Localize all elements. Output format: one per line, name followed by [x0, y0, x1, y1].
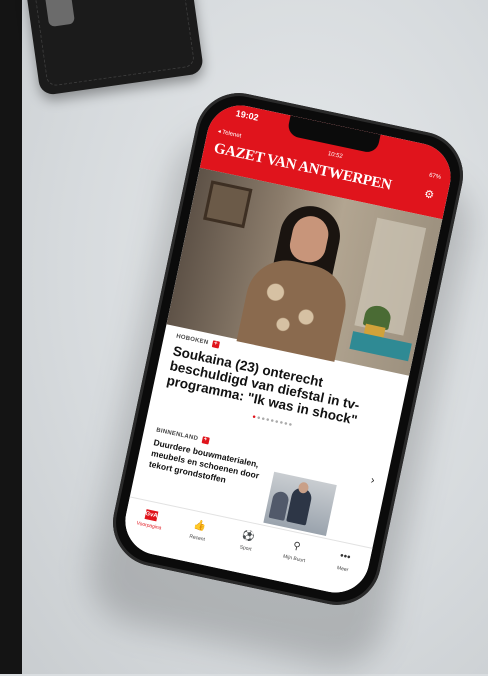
left-edge — [0, 0, 22, 674]
tab-mijn-buurt[interactable]: ⚲ Mijn Buurt — [272, 537, 319, 567]
gear-icon[interactable]: ⚙ — [423, 188, 436, 202]
wall-frame — [203, 180, 253, 229]
card-text: BINNENLAND + Duurdere bouwmaterialen, me… — [148, 426, 273, 494]
tab-meer[interactable]: ••• Meer — [320, 547, 367, 577]
football-icon: ⚽ — [240, 529, 256, 543]
battery-label: 67% — [428, 172, 442, 181]
plus-badge-icon: + — [211, 340, 220, 349]
location-icon: ⚲ — [291, 540, 302, 553]
carrier-label: ◂ Telenet — [217, 128, 242, 140]
tab-voorpagina[interactable]: GvA Voorpagina — [127, 506, 174, 534]
tab-label: Sport — [239, 544, 253, 553]
tab-label: Voorpagina — [135, 520, 162, 532]
tab-label: Meer — [336, 565, 349, 574]
gva-logo-icon: GvA — [144, 509, 159, 522]
status-time: 10:52 — [327, 151, 344, 161]
chevron-right-icon[interactable]: › — [370, 474, 376, 487]
plus-badge-icon: + — [201, 436, 210, 445]
tab-recent[interactable]: 👍 Recent — [175, 516, 222, 546]
tab-label: Recent — [188, 533, 206, 543]
tab-label: Mijn Buurt — [282, 553, 306, 565]
tab-sport[interactable]: ⚽ Sport — [223, 526, 270, 556]
more-icon: ••• — [338, 550, 352, 564]
wallet — [24, 0, 205, 96]
thumbs-icon: 👍 — [192, 519, 207, 533]
